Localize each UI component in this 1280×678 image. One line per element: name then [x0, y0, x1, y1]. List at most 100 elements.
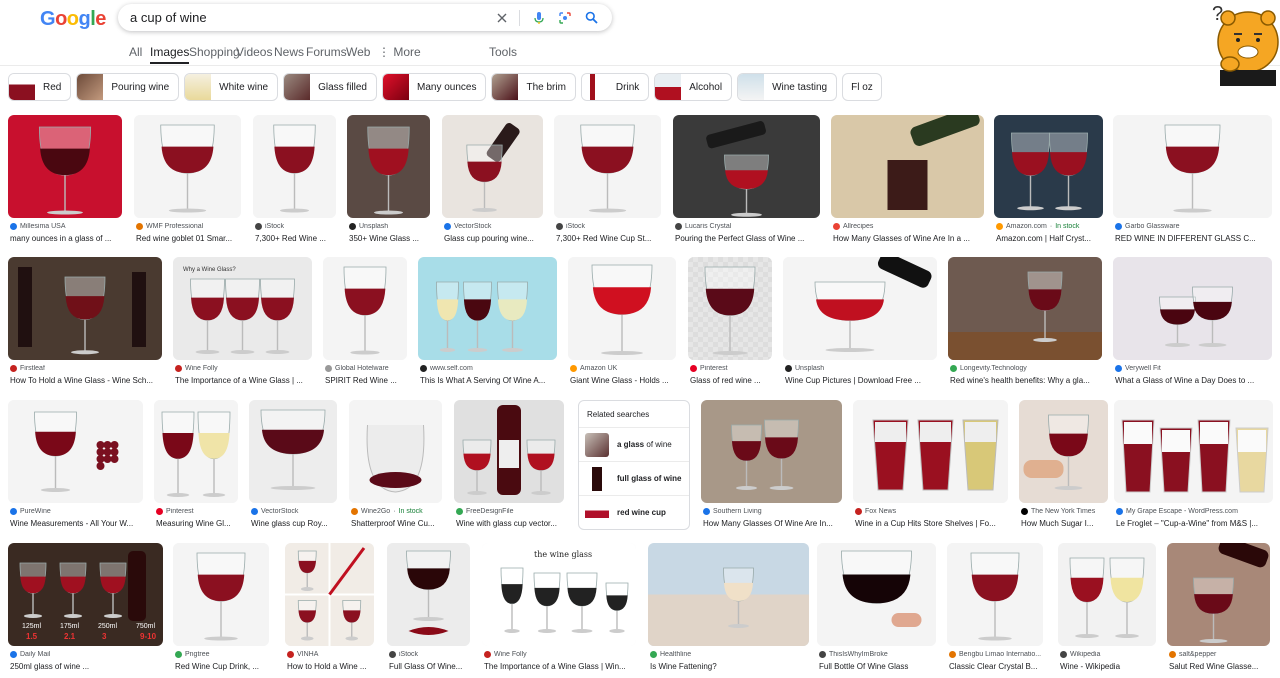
- result-source[interactable]: Longevity.Technology: [950, 365, 1104, 372]
- result-thumbnail[interactable]: [387, 543, 470, 646]
- image-result[interactable]: Southern Living How Many Glasses Of Wine…: [701, 400, 842, 531]
- tab-videos[interactable]: Videos: [236, 44, 272, 64]
- result-title[interactable]: Full Glass Of Wine...: [389, 662, 472, 671]
- image-result[interactable]: salt&pepper Salut Red Wine Glasse...: [1167, 543, 1270, 674]
- result-title[interactable]: Salut Red Wine Glasse...: [1169, 662, 1272, 671]
- image-result[interactable]: Healthline Is Wine Fattening?: [648, 543, 809, 674]
- result-title[interactable]: 350+ Wine Glass ...: [349, 234, 432, 243]
- image-result[interactable]: 125ml 1.5 175ml 2.1 250ml 3 750ml 9-10 Daily Ma…: [8, 543, 163, 674]
- chip-white-wine[interactable]: White wine: [184, 73, 279, 101]
- result-title[interactable]: 250ml glass of wine ...: [10, 662, 165, 671]
- result-source[interactable]: Amazon UK: [570, 365, 678, 372]
- result-thumbnail[interactable]: [349, 400, 442, 503]
- result-source[interactable]: VINHA: [287, 651, 376, 658]
- result-thumbnail[interactable]: Why a Wine Glass?: [173, 257, 312, 360]
- image-result[interactable]: FreeDesignFile Wine with glass cup vecto…: [454, 400, 564, 531]
- result-thumbnail[interactable]: [1019, 400, 1108, 503]
- mascot-doodle[interactable]: ?: [1198, 0, 1280, 86]
- image-result[interactable]: Verywell Fit What a Glass of Wine a Day …: [1113, 257, 1272, 388]
- image-result[interactable]: VINHA How to Hold a Wine ...: [285, 543, 374, 674]
- result-thumbnail[interactable]: [701, 400, 842, 503]
- image-result[interactable]: Amazon.com · In stock Amazon.com | Half C…: [994, 115, 1103, 246]
- result-source[interactable]: Garbo Glassware: [1115, 223, 1274, 230]
- result-title[interactable]: 7,300+ Red Wine ...: [255, 234, 338, 243]
- result-source[interactable]: Millesima USA: [10, 223, 124, 230]
- result-source[interactable]: Unsplash: [349, 223, 432, 230]
- result-source[interactable]: Southern Living: [703, 508, 844, 515]
- result-source[interactable]: Unsplash: [785, 365, 939, 372]
- image-result[interactable]: iStock 7,300+ Red Wine Cup St...: [554, 115, 661, 246]
- result-source[interactable]: Allrecipes: [833, 223, 986, 230]
- chip-wine-tasting[interactable]: Wine tasting: [737, 73, 838, 101]
- result-source[interactable]: Lucaris Crystal: [675, 223, 822, 230]
- image-result[interactable]: PureWine Wine Measurements - All Your W.…: [8, 400, 143, 531]
- result-title[interactable]: Glass of red wine ...: [690, 376, 774, 385]
- image-result[interactable]: Lucaris Crystal Pouring the Perfect Glas…: [673, 115, 820, 246]
- result-title[interactable]: Red wine goblet 01 Smar...: [136, 234, 243, 243]
- result-source[interactable]: The New York Times: [1021, 508, 1110, 515]
- image-result[interactable]: Garbo Glassware RED WINE IN DIFFERENT GL…: [1113, 115, 1272, 246]
- image-result[interactable]: WMF Professional Red wine goblet 01 Smar…: [134, 115, 241, 246]
- chip-glass-filled[interactable]: Glass filled: [283, 73, 377, 101]
- result-source[interactable]: Verywell Fit: [1115, 365, 1274, 372]
- tab-shopping[interactable]: Shopping: [189, 44, 240, 64]
- chip-red[interactable]: Red: [8, 73, 72, 101]
- result-title[interactable]: Le Froglet – "Cup-a-Wine" from M&S |...: [1116, 519, 1275, 528]
- clear-icon[interactable]: [491, 7, 513, 29]
- result-title[interactable]: Pouring the Perfect Glass of Wine ...: [675, 234, 822, 243]
- tab-images[interactable]: Images: [150, 44, 190, 64]
- result-thumbnail[interactable]: [1113, 257, 1272, 360]
- lens-icon[interactable]: [554, 7, 576, 29]
- result-thumbnail[interactable]: [688, 257, 772, 360]
- result-title[interactable]: How to Hold a Wine ...: [287, 662, 376, 671]
- result-title[interactable]: Is Wine Fattening?: [650, 662, 811, 671]
- result-thumbnail[interactable]: [947, 543, 1043, 646]
- image-result[interactable]: iStock 7,300+ Red Wine ...: [253, 115, 336, 246]
- result-thumbnail[interactable]: [249, 400, 337, 503]
- search-icon[interactable]: [580, 7, 602, 29]
- result-source[interactable]: iStock: [556, 223, 663, 230]
- result-title[interactable]: How Many Glasses of Wine Are In a ...: [833, 234, 986, 243]
- result-title[interactable]: Red Wine Cup Drink, ...: [175, 662, 271, 671]
- tools-button[interactable]: Tools: [489, 44, 517, 64]
- image-result[interactable]: Unsplash 350+ Wine Glass ...: [347, 115, 430, 246]
- result-title[interactable]: Full Bottle Of Wine Glass: [819, 662, 938, 671]
- image-result[interactable]: Firstleaf How To Hold a Wine Glass - Win…: [8, 257, 162, 388]
- result-thumbnail[interactable]: [817, 543, 936, 646]
- chip-alcohol[interactable]: Alcohol: [654, 73, 733, 101]
- result-title[interactable]: Shatterproof Wine Cu...: [351, 519, 444, 528]
- image-result[interactable]: Millesima USA many ounces in a glass of …: [8, 115, 122, 246]
- image-result[interactable]: Global Hotelware SPIRIT Red Wine ...: [323, 257, 407, 388]
- microphone-icon[interactable]: [528, 7, 550, 29]
- result-thumbnail[interactable]: [154, 400, 238, 503]
- search-box[interactable]: [118, 4, 612, 31]
- result-thumbnail[interactable]: [831, 115, 984, 218]
- tab-web[interactable]: Web: [346, 44, 370, 64]
- result-title[interactable]: Amazon.com | Half Cryst...: [996, 234, 1105, 243]
- image-result[interactable]: VectorStock Glass cup pouring wine...: [442, 115, 543, 246]
- image-result[interactable]: Bengbu Limao Internatio... Classic Clear…: [947, 543, 1043, 674]
- image-result[interactable]: Amazon UK Giant Wine Glass - Holds ...: [568, 257, 676, 388]
- result-thumbnail[interactable]: [454, 400, 564, 503]
- image-result[interactable]: Wikipedia Wine - Wikipedia: [1058, 543, 1156, 674]
- result-title[interactable]: This Is What A Serving Of Wine A...: [420, 376, 559, 385]
- result-title[interactable]: How To Hold a Wine Glass - Wine Sch...: [10, 376, 164, 385]
- result-source[interactable]: WMF Professional: [136, 223, 243, 230]
- image-result[interactable]: My Grape Escape - WordPress.com Le Frogl…: [1114, 400, 1273, 531]
- result-title[interactable]: Glass cup pouring wine...: [444, 234, 545, 243]
- result-thumbnail[interactable]: [1113, 115, 1272, 218]
- result-thumbnail[interactable]: 125ml 1.5 175ml 2.1 250ml 3 750ml 9-10: [8, 543, 163, 646]
- result-source[interactable]: Daily Mail: [10, 651, 165, 658]
- result-source[interactable]: iStock: [255, 223, 338, 230]
- tab-more[interactable]: ⋮ More: [378, 44, 421, 64]
- result-thumbnail[interactable]: [347, 115, 430, 218]
- image-result[interactable]: Fox News Wine in a Cup Hits Store Shelve…: [853, 400, 1008, 531]
- result-source[interactable]: Wine Folly: [484, 651, 638, 658]
- image-result[interactable]: VectorStock Wine glass cup Roy...: [249, 400, 337, 531]
- result-thumbnail[interactable]: [994, 115, 1103, 218]
- result-title[interactable]: Wine - Wikipedia: [1060, 662, 1158, 671]
- result-thumbnail[interactable]: [1114, 400, 1273, 503]
- result-thumbnail[interactable]: [554, 115, 661, 218]
- result-source[interactable]: Wine Folly: [175, 365, 314, 372]
- related-item[interactable]: a glass of wine: [579, 427, 689, 461]
